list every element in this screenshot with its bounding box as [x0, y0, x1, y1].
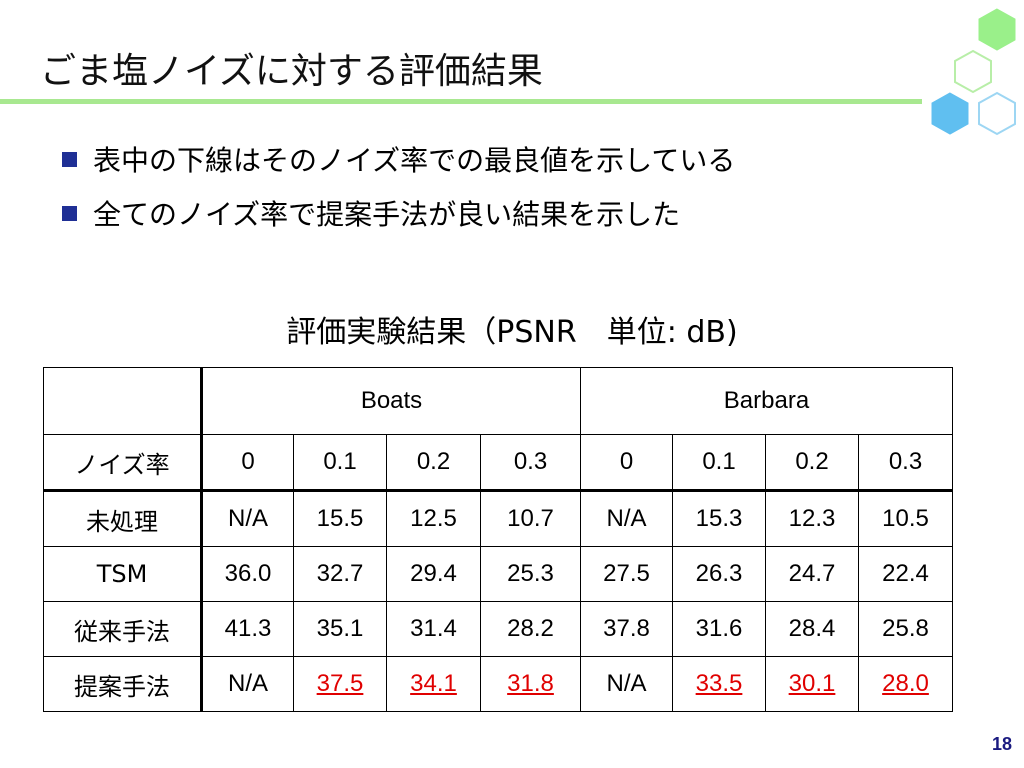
hexagon-decoration: [931, 8, 1016, 136]
value-cell: 28.4: [765, 601, 859, 657]
noise-level-cell: 0.1: [293, 434, 387, 492]
value-cell: N/A: [201, 656, 294, 712]
value-cell: N/A: [201, 490, 294, 547]
value-cell: 31.4: [386, 601, 481, 657]
table-row: 未処理 N/A 15.5 12.5 10.7 N/A 15.3 12.3 10.…: [43, 490, 953, 547]
best-value-cell: 28.0: [858, 656, 953, 712]
value-cell: N/A: [580, 490, 673, 547]
group-header-boats: Boats: [201, 367, 581, 435]
noise-level-row: ノイズ率 0 0.1 0.2 0.3 0 0.1 0.2 0.3: [43, 434, 953, 492]
noise-level-cell: 0.3: [480, 434, 581, 492]
value-cell: 25.8: [858, 601, 953, 657]
value-cell: 37.8: [580, 601, 673, 657]
hexagon-blue: [931, 92, 969, 135]
value-cell: 22.4: [858, 546, 953, 602]
group-header-barbara: Barbara: [580, 367, 953, 435]
value-cell: 35.1: [293, 601, 387, 657]
value-cell: 41.3: [201, 601, 294, 657]
table-row: TSM 36.0 32.7 29.4 25.3 27.5 26.3 24.7 2…: [43, 546, 953, 602]
value-cell: 15.3: [672, 490, 766, 547]
best-value-cell: 30.1: [765, 656, 859, 712]
value-cell: 27.5: [580, 546, 673, 602]
hexagon-green: [978, 8, 1016, 51]
value-cell: 29.4: [386, 546, 481, 602]
value-cell: 24.7: [765, 546, 859, 602]
table-row: 従来手法 41.3 35.1 31.4 28.2 37.8 31.6 28.4 …: [43, 601, 953, 657]
noise-level-cell: 0.2: [386, 434, 481, 492]
value-cell: 12.3: [765, 490, 859, 547]
noise-level-cell: 0: [580, 434, 673, 492]
value-cell: 12.5: [386, 490, 481, 547]
bullet-list: 表中の下線はそのノイズ率での最良値を示している 全てのノイズ率で提案手法が良い結…: [62, 134, 735, 242]
hexagon-outline-blue: [978, 91, 1016, 136]
method-label: 未処理: [43, 490, 203, 547]
noise-level-cell: 0.3: [858, 434, 953, 492]
table-caption: 評価実験結果（PSNR 単位: dB): [286, 315, 738, 350]
value-cell: 36.0: [201, 546, 294, 602]
best-value-cell: 33.5: [672, 656, 766, 712]
page-number: 18: [991, 734, 1012, 754]
bullet-item: 全てのノイズ率で提案手法が良い結果を示した: [62, 188, 735, 238]
value-cell: 10.5: [858, 490, 953, 547]
method-label: TSM: [43, 546, 203, 602]
value-cell: N/A: [580, 656, 673, 712]
noise-label: ノイズ率: [43, 434, 203, 492]
slide-title: ごま塩ノイズに対する評価結果: [40, 51, 543, 92]
value-cell: 15.5: [293, 490, 387, 547]
value-cell: 10.7: [480, 490, 581, 547]
best-value-cell: 34.1: [386, 656, 481, 712]
noise-level-cell: 0.1: [672, 434, 766, 492]
noise-level-cell: 0: [201, 434, 294, 492]
bullet-text: 表中の下線はそのノイズ率での最良値を示している: [93, 144, 736, 177]
square-bullet-icon: [62, 151, 77, 167]
method-label: 従来手法: [43, 601, 203, 657]
table-row: 提案手法 N/A 37.5 34.1 31.8 N/A 33.5 30.1 28…: [43, 656, 953, 712]
square-bullet-icon: [62, 205, 77, 221]
value-cell: 26.3: [672, 546, 766, 602]
group-header-row: Boats Barbara: [43, 367, 953, 435]
value-cell: 31.6: [672, 601, 766, 657]
bullet-item: 表中の下線はそのノイズ率での最良値を示している: [62, 134, 735, 184]
best-value-cell: 37.5: [293, 656, 387, 712]
method-label: 提案手法: [43, 656, 203, 712]
results-table: Boats Barbara ノイズ率 0 0.1 0.2 0.3 0 0.1 0…: [43, 367, 953, 712]
value-cell: 32.7: [293, 546, 387, 602]
best-value-cell: 31.8: [480, 656, 581, 712]
bullet-text: 全てのノイズ率で提案手法が良い結果を示した: [93, 198, 681, 231]
value-cell: 25.3: [480, 546, 581, 602]
noise-level-cell: 0.2: [765, 434, 859, 492]
corner-cell: [43, 367, 203, 435]
title-divider: [0, 99, 922, 104]
hexagon-outline-green: [954, 49, 992, 94]
value-cell: 28.2: [480, 601, 581, 657]
